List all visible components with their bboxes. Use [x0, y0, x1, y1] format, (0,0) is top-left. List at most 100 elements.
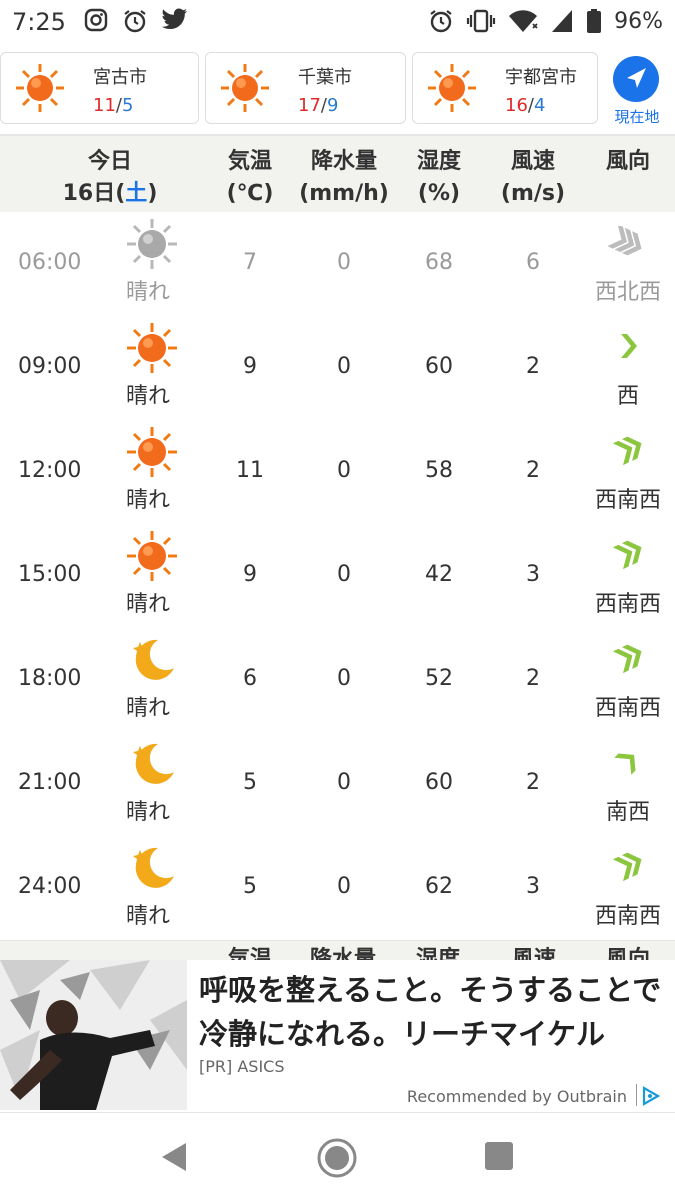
weather-label: 晴れ [126, 592, 171, 617]
wind-value: 3 [526, 874, 540, 899]
temp-value: 7 [243, 250, 257, 275]
wind-direction-icon [605, 224, 649, 258]
humidity-value: 42 [425, 562, 453, 587]
wind-value: 2 [526, 770, 540, 795]
forecast-time: 12:00 [18, 458, 82, 483]
forecast-time: 06:00 [18, 250, 82, 275]
wind-value: 6 [526, 250, 540, 275]
wind-value: 2 [526, 458, 540, 483]
alarm-icon [124, 10, 146, 33]
city-temps: 16/4 [505, 95, 546, 116]
wind-value: 2 [526, 354, 540, 379]
alarm-icon [430, 10, 452, 33]
city-list: 宮古市 11/5 千葉市 17/9 宇都宮市 16/4 現在地 [0, 46, 675, 180]
wind-direction-label: 南西 [605, 800, 650, 825]
weather-label: 晴れ [126, 384, 171, 409]
home-icon[interactable] [316, 1137, 358, 1179]
navigation-arrow-icon [627, 68, 646, 88]
city-card[interactable]: 千葉市 17/9 [205, 52, 406, 124]
temp-value: 9 [243, 562, 257, 587]
status-time: 7:25 [12, 8, 66, 36]
notification-icons [84, 8, 188, 34]
sponsored-ad[interactable]: 呼吸を整えること。そうすることで冷静になれる。リーチマイケル [PR] ASIC… [0, 960, 675, 1112]
forecast-row: 06:00 晴れ 7 0 68 6 西北西 [0, 212, 675, 317]
wind-direction-label: 西南西 [594, 904, 661, 929]
forecast-row: 24:00 晴れ 5 0 62 3 西南西 [0, 836, 675, 941]
wind-direction-label: 西南西 [594, 592, 661, 617]
precip-value: 0 [337, 250, 351, 275]
temp-value: 6 [243, 666, 257, 691]
wind-value: 3 [526, 562, 540, 587]
forecast-row: 09:00 晴れ 9 0 60 2 西 [0, 316, 675, 421]
precip-value: 0 [337, 562, 351, 587]
clear-night-icon [126, 634, 178, 686]
adchoices-icon[interactable] [641, 1086, 661, 1106]
repeated-table-header: 気温 降水量 湿度 風速 風向 [0, 940, 675, 961]
wind-direction-header: 風向 [605, 149, 650, 174]
wind-direction-icon [605, 746, 649, 778]
humidity-value: 52 [425, 666, 453, 691]
precip-value: 0 [337, 666, 351, 691]
sunny-icon [221, 64, 269, 112]
ad-image[interactable] [0, 960, 187, 1110]
instagram-icon [84, 8, 108, 32]
humidity-value: 58 [425, 458, 453, 483]
navigation-bar [0, 1112, 675, 1201]
weather-label: 晴れ [126, 800, 171, 825]
forecast-row: 21:00 晴れ 5 0 60 2 南西 [0, 732, 675, 837]
city-name: 宇都宮市 [505, 67, 577, 88]
clear-night-icon [126, 738, 178, 790]
sunny-icon [428, 64, 476, 112]
temp-value: 9 [243, 354, 257, 379]
wifi-icon [509, 10, 538, 32]
date-header: 今日 16日(土) [62, 149, 158, 206]
forecast-time: 18:00 [18, 666, 82, 691]
status-bar: 7:25 96% [0, 0, 675, 46]
wind-direction-label: 西北西 [594, 280, 661, 305]
humidity-value: 60 [425, 354, 453, 379]
battery-percent: 96% [614, 8, 663, 34]
city-temps: 17/9 [298, 95, 339, 116]
vibrate-icon [466, 9, 496, 33]
precip-value: 0 [337, 354, 351, 379]
forecast-time: 21:00 [18, 770, 82, 795]
weather-label: 晴れ [126, 696, 171, 721]
recents-icon[interactable] [484, 1141, 514, 1171]
humidity-value: 62 [425, 874, 453, 899]
wind-direction-icon [605, 642, 649, 674]
wind-speed-header: 風速 (m/s) [500, 149, 566, 206]
precip-header: 降水量 (mm/h) [299, 149, 389, 206]
temp-value: 11 [236, 458, 264, 483]
sunny-icon [126, 322, 178, 374]
weather-label: 晴れ [126, 904, 171, 929]
city-card[interactable]: 宇都宮市 16/4 [412, 52, 598, 124]
city-card[interactable]: 宮古市 11/5 [0, 52, 199, 124]
wind-direction-label: 西南西 [594, 696, 661, 721]
forecast-row: 18:00 晴れ 6 0 52 2 西南西 [0, 628, 675, 733]
precip-value: 0 [337, 458, 351, 483]
temp-header: 気温 (℃) [226, 149, 274, 206]
wind-direction-icon [605, 330, 649, 362]
temp-value: 5 [243, 770, 257, 795]
system-icons: 96% [428, 8, 663, 34]
forecast-time: 15:00 [18, 562, 82, 587]
current-location-label: 現在地 [614, 108, 660, 126]
sunny-icon [126, 530, 178, 582]
humidity-header: 湿度 (%) [416, 149, 461, 206]
outbrain-recommended[interactable]: Recommended by Outbrain [407, 1087, 627, 1106]
current-location-button[interactable]: 現在地 [603, 52, 669, 126]
forecast-time: 09:00 [18, 354, 82, 379]
forecast-row: 15:00 晴れ 9 0 42 3 西南西 [0, 524, 675, 629]
signal-icon [552, 10, 573, 32]
divider [636, 1084, 637, 1106]
ad-sponsor: [PR] ASICS [199, 1057, 285, 1076]
battery-icon [587, 9, 602, 33]
wind-direction-icon [605, 434, 649, 466]
twitter-icon [162, 8, 187, 30]
humidity-value: 60 [425, 770, 453, 795]
forecast-time: 24:00 [18, 874, 82, 899]
back-icon[interactable] [158, 1141, 190, 1173]
ad-headline[interactable]: 呼吸を整えること。そうすることで冷静になれる。リーチマイケル [199, 968, 669, 1056]
precip-value: 0 [337, 770, 351, 795]
humidity-value: 68 [425, 250, 453, 275]
